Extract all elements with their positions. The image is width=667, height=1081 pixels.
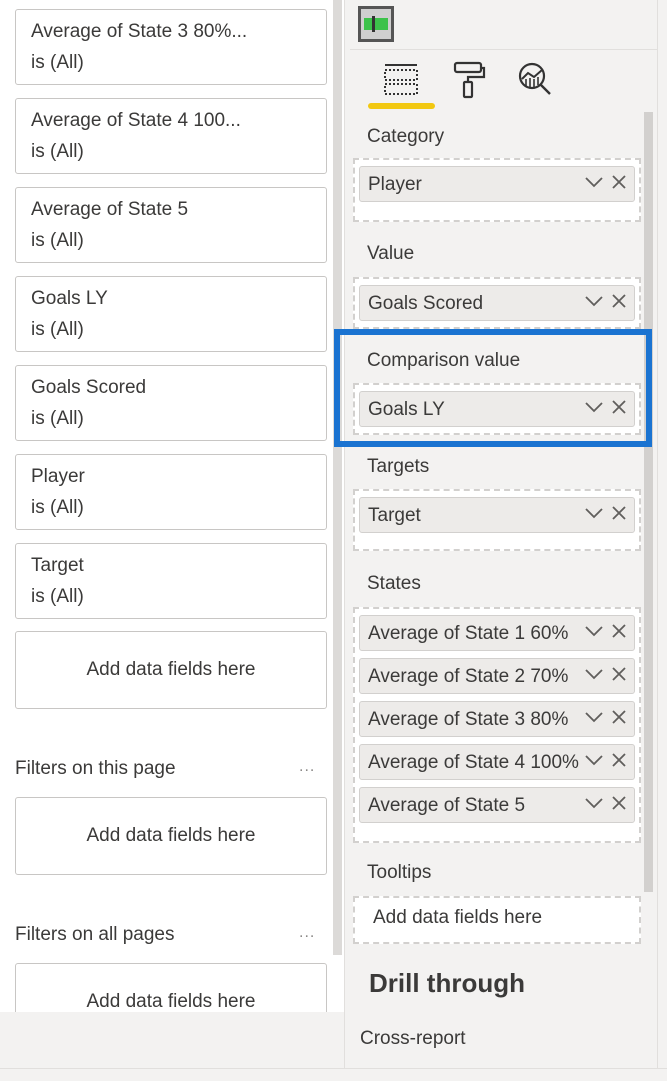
field-pill[interactable]: Average of State 2 70% <box>359 658 635 694</box>
filter-field-name: Goals LY <box>31 288 108 309</box>
filter-state: is (All) <box>31 497 84 518</box>
filters-on-this-page-heading: Filters on this page <box>15 758 176 779</box>
chevron-down-icon[interactable] <box>584 503 604 523</box>
fields-icon[interactable] <box>381 60 421 100</box>
filter-card[interactable]: Average of State 3 80%... is (All) <box>15 9 327 85</box>
filter-field-name: Target <box>31 555 84 576</box>
field-pill-label: Goals Scored <box>368 293 484 314</box>
analytics-magnifier-icon[interactable] <box>515 60 555 100</box>
field-pill-label: Average of State 5 <box>368 795 526 816</box>
field-pill-label: Target <box>368 505 421 526</box>
paint-roller-icon[interactable] <box>449 60 489 100</box>
field-pill-label: Average of State 4 100% <box>368 752 579 773</box>
states-well-label: States <box>367 573 421 594</box>
filter-card[interactable]: Average of State 4 100... is (All) <box>15 98 327 174</box>
more-options-icon[interactable]: ... <box>299 924 315 942</box>
chevron-down-icon[interactable] <box>584 793 604 813</box>
filter-card[interactable]: Player is (All) <box>15 454 327 530</box>
chevron-down-icon[interactable] <box>584 707 604 727</box>
comparison-value-highlight <box>334 329 652 447</box>
visualizations-pane: Category Player Value Goals Scored Compa… <box>344 0 658 1068</box>
field-pill[interactable]: Average of State 3 80% <box>359 701 635 737</box>
category-well-label: Category <box>367 126 445 147</box>
chevron-down-icon[interactable] <box>584 664 604 684</box>
tooltips-well[interactable]: Add data fields here <box>353 896 641 944</box>
close-icon[interactable] <box>610 622 628 640</box>
filter-field-name: Player <box>31 466 85 487</box>
value-well-label: Value <box>367 243 415 264</box>
chevron-down-icon[interactable] <box>584 291 604 311</box>
filter-state: is (All) <box>31 141 84 162</box>
field-pill[interactable]: Goals Scored <box>359 285 635 321</box>
visual-icon-bar <box>364 18 388 30</box>
more-options-icon[interactable]: ... <box>299 758 315 776</box>
filter-card[interactable]: Goals Scored is (All) <box>15 365 327 441</box>
field-pill[interactable]: Average of State 4 100% <box>359 744 635 780</box>
filter-card[interactable]: Goals LY is (All) <box>15 276 327 352</box>
filter-state: is (All) <box>31 230 84 251</box>
field-pill-label: Average of State 1 60% <box>368 623 569 644</box>
chevron-down-icon[interactable] <box>584 621 604 641</box>
category-well[interactable]: Player <box>353 158 641 222</box>
visual-filters-drop-zone[interactable]: Add data fields here <box>15 631 327 709</box>
chevron-down-icon[interactable] <box>584 750 604 770</box>
drill-through-heading: Drill through <box>369 968 525 998</box>
filter-state: is (All) <box>31 408 84 429</box>
bottom-strip <box>0 1068 667 1081</box>
filters-on-all-pages-heading: Filters on all pages <box>15 924 175 945</box>
chevron-down-icon[interactable] <box>584 172 604 192</box>
tooltips-drop-placeholder: Add data fields here <box>373 907 543 928</box>
field-pill-label: Average of State 2 70% <box>368 666 569 687</box>
filter-field-name: Average of State 4 100... <box>31 110 241 131</box>
close-icon[interactable] <box>610 751 628 769</box>
targets-well-label: Targets <box>367 456 430 477</box>
close-icon[interactable] <box>610 292 628 310</box>
close-icon[interactable] <box>610 794 628 812</box>
field-pill[interactable]: Average of State 1 60% <box>359 615 635 651</box>
all-pages-filters-drop-zone[interactable]: Add data fields here <box>15 963 327 1012</box>
field-pill[interactable]: Player <box>359 166 635 202</box>
filters-pane: Average of State 3 80%... is (All) Avera… <box>0 0 344 1012</box>
visual-icon-target-tick <box>372 16 375 32</box>
page-filters-drop-zone[interactable]: Add data fields here <box>15 797 327 875</box>
close-icon[interactable] <box>610 708 628 726</box>
filter-state: is (All) <box>31 319 84 340</box>
value-well[interactable]: Goals Scored <box>353 277 641 329</box>
close-icon[interactable] <box>610 665 628 683</box>
filter-field-name: Average of State 5 <box>31 199 189 220</box>
close-icon[interactable] <box>610 504 628 522</box>
field-pill-label: Player <box>368 174 422 195</box>
filter-state: is (All) <box>31 586 84 607</box>
field-pill-label: Average of State 3 80% <box>368 709 569 730</box>
tooltips-well-label: Tooltips <box>367 862 432 883</box>
active-tab-indicator <box>368 103 435 109</box>
field-pill[interactable]: Target <box>359 497 635 533</box>
filter-state: is (All) <box>31 52 84 73</box>
states-well[interactable]: Average of State 1 60% Average of State … <box>353 607 641 843</box>
viz-pane-scrollbar[interactable] <box>644 112 653 892</box>
field-pill[interactable]: Average of State 5 <box>359 787 635 823</box>
filter-field-name: Goals Scored <box>31 377 147 398</box>
divider <box>350 49 657 50</box>
targets-well[interactable]: Target <box>353 489 641 551</box>
filter-card[interactable]: Target is (All) <box>15 543 327 619</box>
filter-field-name: Average of State 3 80%... <box>31 21 248 42</box>
bullet-chart-visual-icon[interactable] <box>358 6 394 42</box>
close-icon[interactable] <box>610 173 628 191</box>
filters-scrollbar[interactable] <box>333 0 342 955</box>
cross-report-label: Cross-report <box>360 1028 466 1049</box>
filter-card[interactable]: Average of State 5 is (All) <box>15 187 327 263</box>
